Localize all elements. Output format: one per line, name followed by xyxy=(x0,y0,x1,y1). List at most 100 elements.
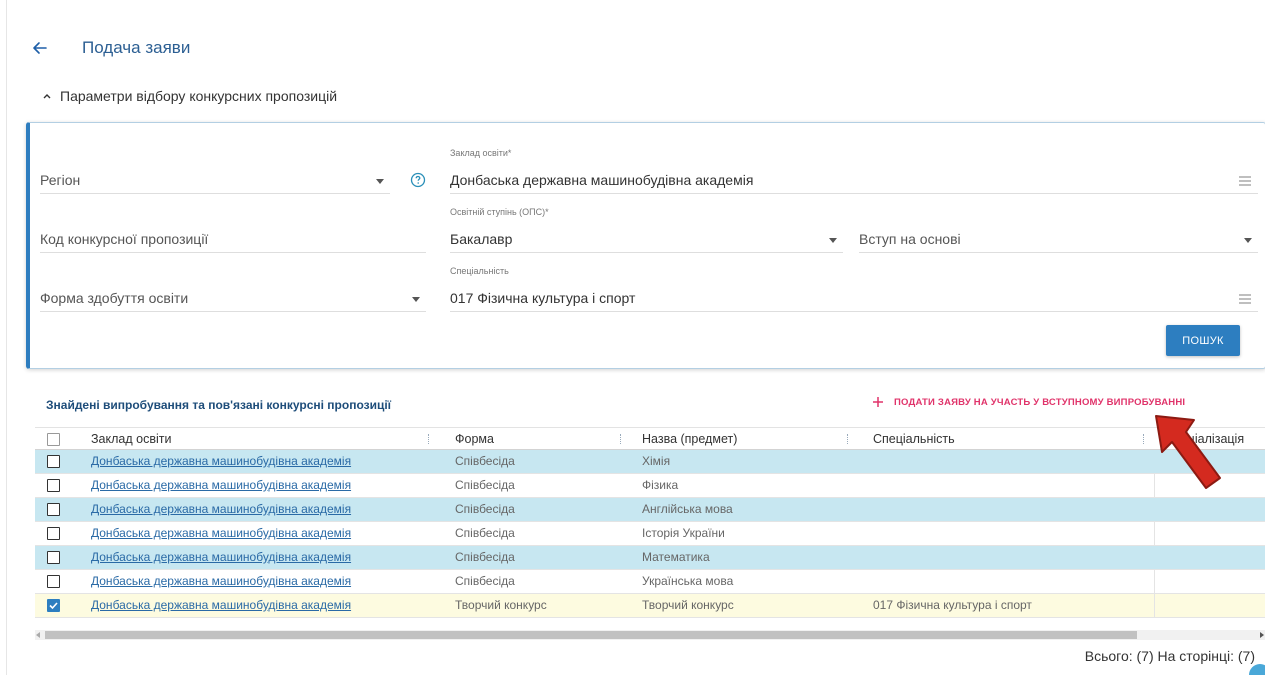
dropdown-arrow-icon xyxy=(1244,238,1252,243)
degree-value: Бакалавр xyxy=(450,231,513,247)
specialty-value: 017 Фізична культура і спорт xyxy=(450,290,636,306)
cell-specialty: 017 Фізична культура і спорт xyxy=(873,598,1032,612)
cell-form: Творчий конкурс xyxy=(455,598,547,612)
plus-icon xyxy=(873,397,883,407)
scrollbar-thumb[interactable] xyxy=(45,631,1137,639)
specialty-field[interactable]: Спеціальність 017 Фізична культура і спо… xyxy=(450,266,1258,312)
admission-basis-value: Вступ на основі xyxy=(859,231,961,247)
params-section-title: Параметри відбору конкурсних пропозицій xyxy=(60,88,338,104)
horizontal-scrollbar[interactable] xyxy=(35,630,1265,640)
cell-divider xyxy=(1154,570,1155,593)
institution-link[interactable]: Донбаська державна машинобудівна академі… xyxy=(91,522,436,545)
row-checkbox[interactable] xyxy=(47,479,60,492)
cell-specialty xyxy=(873,450,1143,473)
results-title: Знайдені випробування та пов'язані конку… xyxy=(46,398,392,412)
list-icon[interactable] xyxy=(1238,175,1252,187)
table-row[interactable]: Донбаська державна машинобудівна академі… xyxy=(35,570,1265,594)
institution-link[interactable]: Донбаська державна машинобудівна академі… xyxy=(91,474,436,497)
cell-subject: Хімія xyxy=(642,454,671,468)
chevron-up-icon xyxy=(43,94,51,99)
column-resize-handle[interactable] xyxy=(428,434,430,444)
cell-divider xyxy=(1154,594,1155,617)
offer-code-input[interactable]: Код конкурсної пропозиції xyxy=(40,227,426,253)
list-icon[interactable] xyxy=(1238,293,1252,305)
cell-form: Співбесіда xyxy=(455,478,515,492)
institution-link[interactable]: Донбаська державна машинобудівна академі… xyxy=(91,498,436,521)
institution-link[interactable]: Донбаська державна машинобудівна академі… xyxy=(91,570,436,593)
params-section-toggle[interactable]: Параметри відбору конкурсних пропозицій xyxy=(42,88,337,104)
row-checkbox[interactable] xyxy=(47,527,60,540)
column-resize-handle[interactable] xyxy=(620,434,622,444)
chat-widget-icon[interactable] xyxy=(1249,664,1265,675)
study-form-value: Форма здобуття освіти xyxy=(40,290,189,306)
degree-label: Освітній ступінь (ОПС)* xyxy=(450,207,549,217)
search-button[interactable]: ПОШУК xyxy=(1166,325,1240,356)
dropdown-arrow-icon xyxy=(376,179,384,184)
column-header-subject[interactable]: Назва (предмет) xyxy=(642,428,842,450)
row-checkbox[interactable] xyxy=(47,551,60,564)
table-row[interactable]: Донбаська державна машинобудівна академі… xyxy=(35,498,1265,522)
study-form-select[interactable]: Форма здобуття освіти xyxy=(40,286,426,312)
row-checkbox[interactable] xyxy=(47,455,60,468)
table-row[interactable]: Донбаська державна машинобудівна академі… xyxy=(35,450,1265,474)
institution-link[interactable]: Донбаська державна машинобудівна академі… xyxy=(91,546,436,569)
apply-for-exam-label: ПОДАТИ ЗАЯВУ НА УЧАСТЬ У ВСТУПНОМУ ВИПРО… xyxy=(894,396,1186,408)
column-header-specialization[interactable]: Спеціалізація xyxy=(1165,428,1265,450)
table-row[interactable]: Донбаська державна машинобудівна академі… xyxy=(35,522,1265,546)
scroll-right-icon[interactable] xyxy=(1260,632,1264,638)
cell-form: Співбесіда xyxy=(455,574,515,588)
cell-subject: Англійська мова xyxy=(642,502,733,516)
column-resize-handle[interactable] xyxy=(1143,434,1145,444)
select-all-checkbox[interactable] xyxy=(47,433,60,446)
cell-specialty xyxy=(873,522,1143,545)
results-table: Заклад освіти Форма Назва (предмет) Спец… xyxy=(35,427,1265,618)
specialty-label: Спеціальність xyxy=(450,266,509,276)
scroll-left-icon[interactable] xyxy=(36,632,40,638)
institution-label: Заклад освіти* xyxy=(450,148,512,158)
table-row[interactable]: Донбаська державна машинобудівна академі… xyxy=(35,594,1265,618)
page-left-border xyxy=(6,0,7,675)
apply-for-exam-button[interactable]: ПОДАТИ ЗАЯВУ НА УЧАСТЬ У ВСТУПНОМУ ВИПРО… xyxy=(872,396,1185,408)
page-title: Подача заяви xyxy=(82,38,191,57)
cell-subject: Фізика xyxy=(642,478,679,492)
institution-link[interactable]: Донбаська державна машинобудівна академі… xyxy=(91,594,436,617)
institution-link[interactable]: Донбаська державна машинобудівна академі… xyxy=(91,450,436,473)
cell-form: Співбесіда xyxy=(455,526,515,540)
admission-basis-select[interactable]: Вступ на основі xyxy=(859,227,1258,253)
table-header: Заклад освіти Форма Назва (предмет) Спец… xyxy=(35,427,1265,450)
table-row[interactable]: Донбаська державна машинобудівна академі… xyxy=(35,474,1265,498)
filter-panel: Регіон Заклад освіти* Донбаська державна… xyxy=(26,122,1265,369)
cell-form: Співбесіда xyxy=(455,502,515,516)
row-checkbox[interactable] xyxy=(47,503,60,516)
row-checkbox-checked[interactable] xyxy=(47,599,60,612)
offer-code-placeholder: Код конкурсної пропозиції xyxy=(40,231,209,247)
column-resize-handle[interactable] xyxy=(847,434,849,444)
dropdown-arrow-icon xyxy=(412,297,420,302)
cell-subject: Історія України xyxy=(642,526,725,540)
help-icon[interactable] xyxy=(410,172,426,188)
row-checkbox[interactable] xyxy=(47,575,60,588)
cell-subject: Математика xyxy=(642,550,710,564)
column-header-form[interactable]: Форма xyxy=(455,428,615,450)
back-arrow-icon[interactable] xyxy=(30,38,50,58)
column-header-institution[interactable]: Заклад освіти xyxy=(91,428,421,450)
cell-specialty xyxy=(873,546,1143,569)
cell-form: Співбесіда xyxy=(455,454,515,468)
cell-form: Співбесіда xyxy=(455,550,515,564)
institution-value: Донбаська державна машинобудівна академі… xyxy=(450,172,754,188)
cell-specialty xyxy=(873,474,1143,497)
region-select[interactable]: Регіон xyxy=(40,168,390,194)
page-header: Подача заяви xyxy=(30,36,190,60)
cell-specialty xyxy=(873,498,1143,521)
cell-subject: Творчий конкурс xyxy=(642,598,734,612)
cell-divider xyxy=(1154,522,1155,545)
degree-select[interactable]: Освітній ступінь (ОПС)* Бакалавр xyxy=(450,207,843,253)
column-header-specialty[interactable]: Спеціальність xyxy=(873,428,1143,450)
results-count: Всього: (7) На сторінці: (7) xyxy=(1084,648,1255,664)
cell-specialty xyxy=(873,570,1143,593)
cell-divider xyxy=(1154,474,1155,497)
region-select-value: Регіон xyxy=(40,172,81,188)
institution-field[interactable]: Заклад освіти* Донбаська державна машино… xyxy=(450,148,1258,194)
table-row[interactable]: Донбаська державна машинобудівна академі… xyxy=(35,546,1265,570)
checkmark-icon xyxy=(49,602,58,610)
